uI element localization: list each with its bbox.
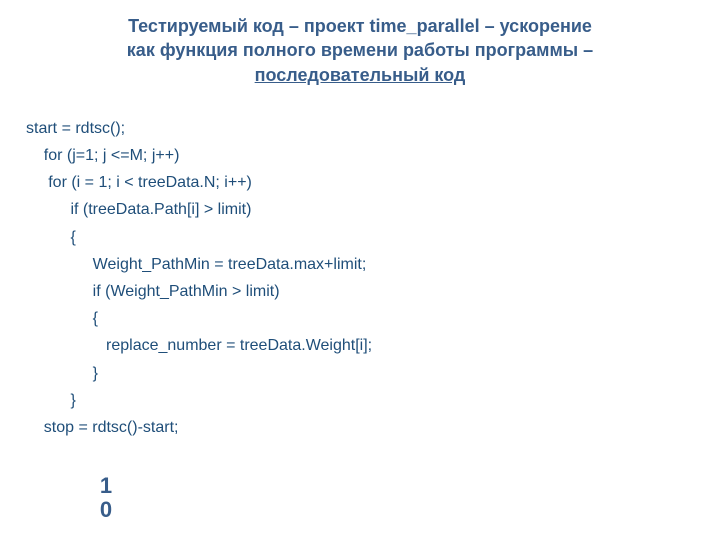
code-block: start = rdtsc(); for (j=1; j <=M; j++) f…	[0, 87, 720, 441]
code-line: for (i = 1; i < treeData.N; i++)	[26, 174, 252, 191]
code-line: Weight_PathMin = treeData.max+limit;	[26, 256, 366, 273]
slide-title: Тестируемый код – проект time_parallel –…	[0, 0, 720, 87]
code-line: }	[26, 365, 98, 382]
page-number: 10	[96, 474, 116, 522]
code-line: stop = rdtsc()-start;	[26, 419, 178, 436]
code-line: {	[26, 310, 98, 327]
code-line: start = rdtsc();	[26, 120, 125, 137]
code-line: {	[26, 229, 76, 246]
code-line: if (Weight_PathMin > limit)	[26, 283, 280, 300]
code-line: if (treeData.Path[i] > limit)	[26, 201, 251, 218]
code-line: for (j=1; j <=M; j++)	[26, 147, 179, 164]
title-line-1: Тестируемый код – проект time_parallel –…	[128, 16, 592, 36]
code-line: replace_number = treeData.Weight[i];	[26, 337, 372, 354]
title-line-3: последовательный код	[255, 65, 466, 85]
title-line-2: как функция полного времени работы прогр…	[127, 40, 593, 60]
slide: Тестируемый код – проект time_parallel –…	[0, 0, 720, 540]
code-line: }	[26, 392, 76, 409]
